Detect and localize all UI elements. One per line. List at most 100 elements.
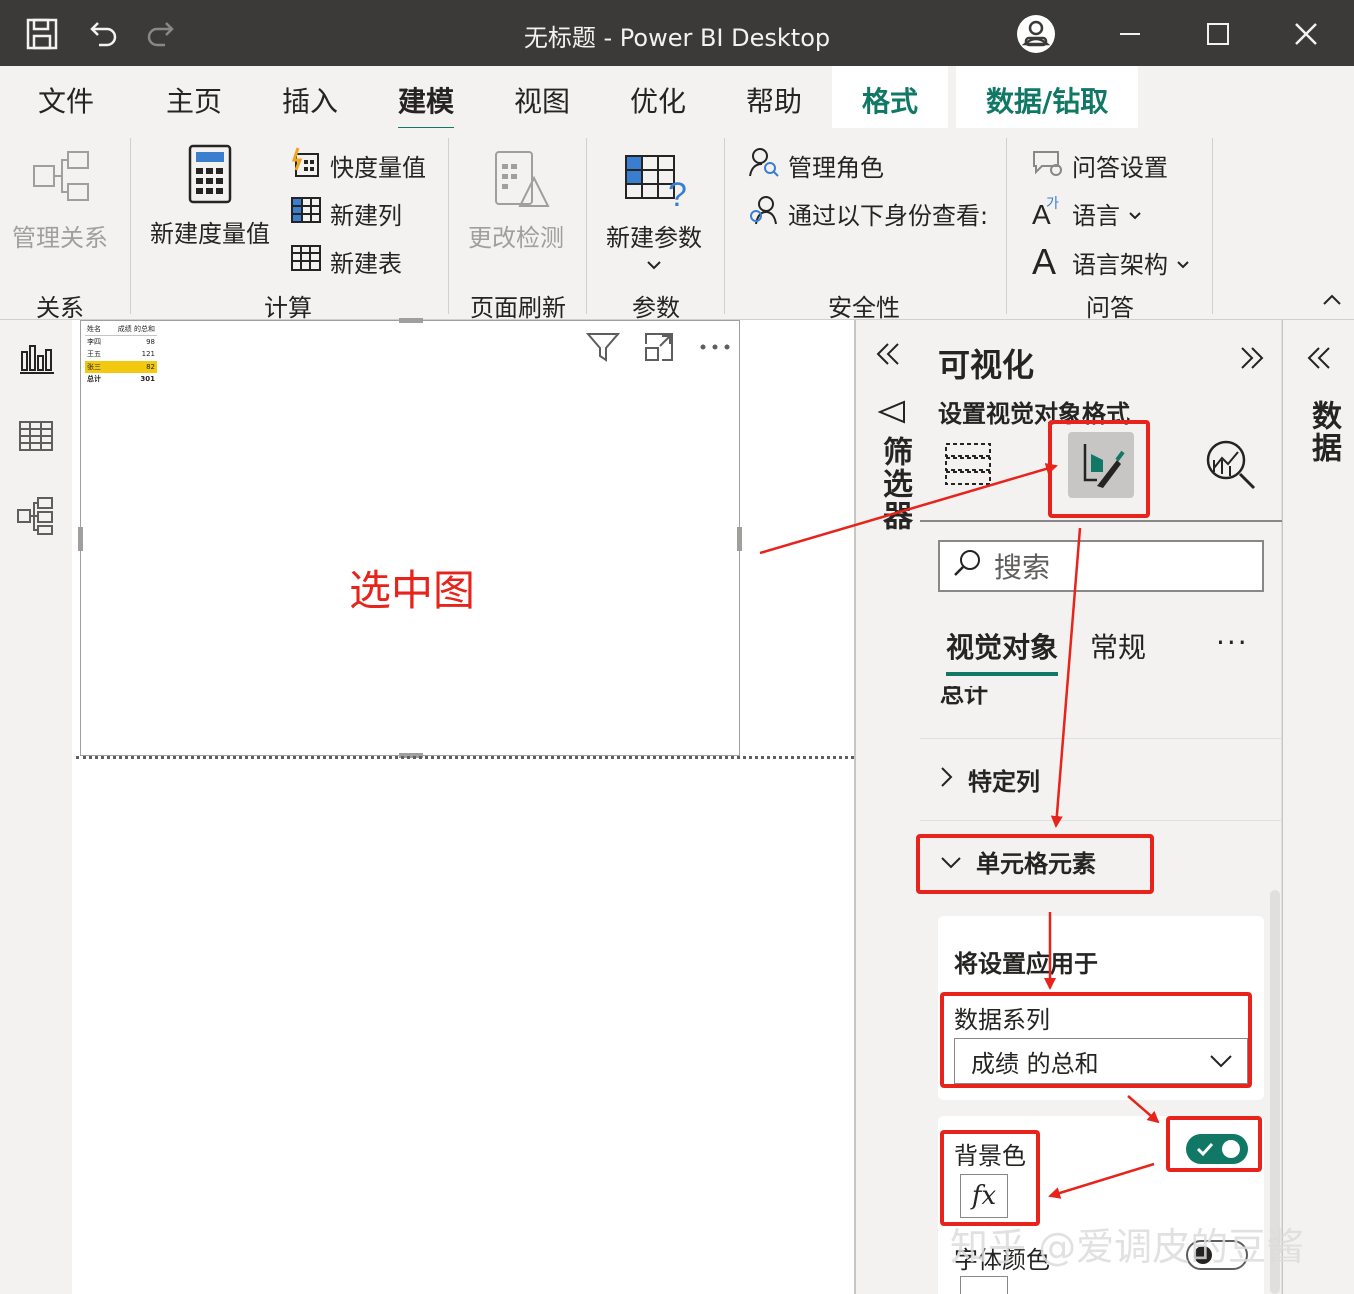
new-parameter-button[interactable]: 新建参数 bbox=[606, 218, 702, 253]
table-view-icon[interactable] bbox=[16, 416, 56, 456]
tab-home[interactable]: 主页 bbox=[166, 80, 222, 120]
annotation-box-format-icon bbox=[1048, 420, 1150, 518]
tab-data-drill[interactable]: 数据/钻取 bbox=[956, 66, 1139, 128]
table-row: 张三 82 bbox=[85, 360, 157, 373]
chevron-down-icon[interactable] bbox=[646, 256, 662, 275]
ribbon-separator bbox=[1212, 138, 1213, 314]
new-column-button[interactable]: 新建列 bbox=[290, 194, 402, 232]
change-detection-icon bbox=[494, 150, 550, 214]
report-view-icon[interactable] bbox=[16, 338, 56, 378]
table-header-cell: 姓名 bbox=[87, 324, 101, 333]
filter-icon[interactable] bbox=[585, 329, 621, 365]
model-view-icon[interactable] bbox=[16, 496, 56, 536]
table-cell: 李四 bbox=[87, 337, 101, 346]
svg-text:?: ? bbox=[668, 176, 687, 210]
resize-handle[interactable] bbox=[737, 527, 742, 551]
conditional-format-button-2[interactable] bbox=[960, 1276, 1008, 1294]
resize-handle[interactable] bbox=[399, 318, 423, 323]
section-specific-column[interactable]: 特定列 bbox=[920, 738, 1282, 820]
group-label-relationships: 关系 bbox=[36, 294, 84, 322]
annotation-select-visual: 选中图 bbox=[349, 566, 476, 615]
ribbon-separator bbox=[724, 138, 725, 314]
table-cell: 121 bbox=[141, 350, 155, 359]
group-label-qa: 问答 bbox=[1086, 294, 1134, 322]
manage-relationships-button[interactable]: 管理关系 bbox=[12, 218, 108, 253]
language-dropdown[interactable]: A가 语言 bbox=[1032, 194, 1142, 232]
ribbon: 管理关系 关系 新建度量值 快度量值 新建列 新建表 计算 更改检测 页面刷新 … bbox=[0, 128, 1354, 322]
tab-general[interactable]: 常规 bbox=[1090, 626, 1146, 666]
manage-roles-button[interactable]: 管理角色 bbox=[748, 146, 884, 184]
chevron-right-icon bbox=[940, 766, 954, 794]
expand-filters-icon[interactable] bbox=[874, 340, 902, 372]
language-label: 语言 bbox=[1072, 201, 1120, 230]
minimize-icon[interactable] bbox=[1110, 14, 1150, 54]
annotation-box-background-color bbox=[940, 1130, 1040, 1226]
page-boundary bbox=[76, 756, 854, 759]
group-label-security: 安全性 bbox=[828, 294, 900, 322]
view-as-button[interactable]: 通过以下身份查看: bbox=[748, 194, 988, 232]
collapse-pane-icon[interactable] bbox=[1238, 344, 1266, 376]
annotation-box-toggle bbox=[1166, 1116, 1262, 1172]
table-cell: 张三 bbox=[87, 362, 101, 371]
account-icon[interactable] bbox=[1016, 14, 1056, 54]
tab-view[interactable]: 视图 bbox=[514, 80, 570, 120]
window-title: 无标题 - Power BI Desktop bbox=[523, 24, 831, 52]
focus-mode-icon[interactable] bbox=[641, 329, 677, 365]
table-cell: 301 bbox=[140, 375, 155, 384]
more-options-icon[interactable]: ··· bbox=[1216, 626, 1249, 659]
table-header: 姓名 成绩 的总和 bbox=[85, 323, 157, 336]
tab-insert[interactable]: 插入 bbox=[282, 80, 338, 120]
manage-roles-icon bbox=[748, 146, 780, 184]
view-switcher bbox=[0, 320, 72, 1294]
table-visual[interactable]: 姓名 成绩 的总和 李四 98 王五 121 张三 82 总计 301 选中图 bbox=[78, 318, 742, 758]
tab-file[interactable]: 文件 bbox=[38, 80, 94, 120]
new-column-label: 新建列 bbox=[330, 201, 402, 230]
table-row: 李四 98 bbox=[85, 336, 157, 349]
ribbon-separator bbox=[586, 138, 587, 314]
tab-modeling[interactable]: 建模 bbox=[398, 80, 455, 132]
collapse-ribbon-icon[interactable] bbox=[1322, 292, 1342, 311]
report-canvas[interactable]: 姓名 成绩 的总和 李四 98 王五 121 张三 82 总计 301 选中图 bbox=[72, 318, 854, 1294]
section-total-partial[interactable]: 总计 bbox=[920, 686, 1282, 716]
svg-text:A: A bbox=[1032, 242, 1056, 276]
ribbon-separator bbox=[130, 138, 131, 314]
change-detection-button[interactable]: 更改检测 bbox=[468, 218, 564, 253]
tab-visual[interactable]: 视觉对象 bbox=[946, 626, 1059, 676]
tab-help[interactable]: 帮助 bbox=[746, 80, 802, 120]
annotation-box-cell-elements bbox=[916, 834, 1154, 894]
manage-roles-label: 管理角色 bbox=[788, 153, 884, 182]
table-total-row: 总计 301 bbox=[85, 373, 157, 386]
linguistic-schema-dropdown[interactable]: A 语言架构 bbox=[1032, 241, 1190, 282]
ribbon-separator bbox=[448, 138, 449, 314]
language-icon: A가 bbox=[1032, 194, 1064, 232]
data-pane[interactable]: 数据 bbox=[1282, 320, 1354, 1294]
group-label-parameters: 参数 bbox=[632, 294, 680, 322]
manage-relationships-icon bbox=[32, 148, 92, 212]
data-pane-label: 数据 bbox=[1306, 400, 1341, 464]
table-header-cell: 成绩 的总和 bbox=[117, 324, 155, 333]
tab-format[interactable]: 格式 bbox=[832, 66, 949, 128]
qa-setup-button[interactable]: 问答设置 bbox=[1032, 146, 1168, 184]
qa-setup-icon bbox=[1032, 146, 1064, 184]
search-input[interactable]: 搜索 bbox=[938, 540, 1264, 592]
table-cell: 98 bbox=[146, 337, 155, 346]
analytics-icon[interactable] bbox=[1204, 438, 1258, 496]
new-table-button[interactable]: 新建表 bbox=[290, 242, 402, 280]
quick-measure-button[interactable]: 快度量值 bbox=[290, 146, 426, 184]
build-visual-icon[interactable] bbox=[942, 438, 994, 494]
table-cell: 王五 bbox=[87, 350, 101, 359]
filters-pane[interactable]: 筛选器 bbox=[854, 320, 920, 1294]
calculator-icon bbox=[188, 144, 232, 208]
maximize-icon[interactable] bbox=[1198, 14, 1238, 54]
expand-data-icon[interactable] bbox=[1305, 344, 1333, 376]
tab-optimize[interactable]: 优化 bbox=[630, 80, 686, 120]
close-icon[interactable] bbox=[1286, 14, 1326, 54]
new-measure-button[interactable]: 新建度量值 bbox=[150, 214, 270, 249]
quick-measure-icon bbox=[290, 146, 322, 184]
view-as-label: 通过以下身份查看: bbox=[788, 201, 989, 230]
more-options-icon[interactable] bbox=[697, 329, 733, 365]
pane-title: 可视化 bbox=[938, 346, 1035, 384]
annotation-box-series bbox=[940, 992, 1252, 1088]
resize-handle[interactable] bbox=[78, 527, 83, 551]
chevron-down-icon bbox=[1128, 199, 1142, 227]
